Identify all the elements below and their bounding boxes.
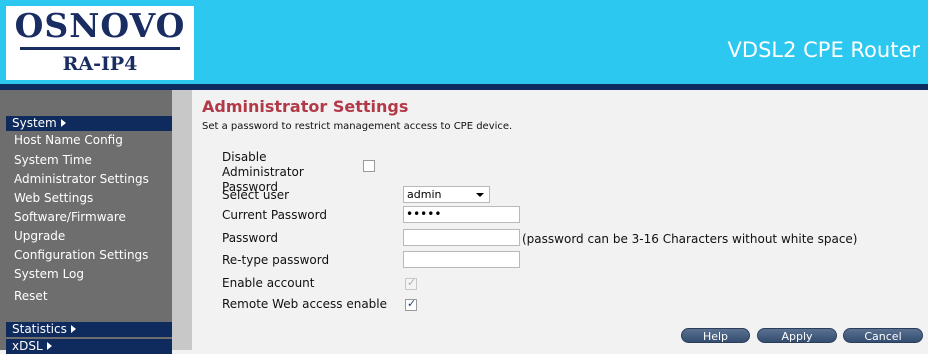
- sidebar-item-system-time[interactable]: System Time: [14, 152, 92, 168]
- caret-down-icon: [476, 193, 484, 197]
- triangle-right-icon: [70, 325, 76, 333]
- logo: OSNOVO RA-IP4: [6, 6, 194, 80]
- sidebar-section-statistics[interactable]: Statistics: [6, 322, 172, 337]
- current-password-label: Current Password: [222, 208, 327, 222]
- product-title: VDSL2 CPE Router: [727, 38, 920, 62]
- help-button[interactable]: Help: [681, 328, 750, 343]
- logo-brand: OSNOVO: [14, 6, 186, 45]
- sidebar-item-host-name-config[interactable]: Host Name Config: [14, 132, 123, 148]
- password-label: Password: [222, 231, 279, 245]
- logo-model: RA-IP4: [62, 53, 138, 75]
- enable-account-label: Enable account: [222, 276, 315, 290]
- remote-web-access-checkbox[interactable]: [405, 297, 417, 311]
- sidebar-section-label: xDSL: [12, 339, 43, 353]
- page-description: Set a password to restrict management ac…: [202, 121, 513, 132]
- sidebar-item-web-settings[interactable]: Web Settings: [14, 190, 93, 206]
- sidebar-item-software-firmware[interactable]: Software/Firmware: [14, 209, 126, 225]
- password-hint: (password can be 3-16 Characters without…: [522, 232, 858, 246]
- disable-admin-password-checkbox[interactable]: [363, 160, 375, 172]
- remote-web-access-label: Remote Web access enable: [222, 297, 388, 311]
- logo-underline: [20, 47, 180, 50]
- select-user-label: Select user: [222, 188, 290, 202]
- sidebar-strip: [172, 90, 192, 350]
- select-user-dropdown[interactable]: admin: [403, 186, 490, 203]
- current-password-field[interactable]: •••••: [403, 206, 520, 223]
- sidebar-item-upgrade[interactable]: Upgrade: [14, 228, 65, 244]
- select-user-value: admin: [407, 188, 442, 201]
- retype-password-field[interactable]: [403, 251, 520, 268]
- sidebar-item-administrator-settings[interactable]: Administrator Settings: [14, 171, 149, 187]
- sidebar-section-xdsl[interactable]: xDSL: [6, 339, 172, 354]
- cancel-button[interactable]: Cancel: [843, 328, 923, 343]
- sidebar-item-reset[interactable]: Reset: [14, 288, 48, 304]
- sidebar-section-system[interactable]: System: [6, 116, 172, 131]
- page-title: Administrator Settings: [202, 97, 409, 116]
- sidebar-item-configuration-settings[interactable]: Configuration Settings: [14, 247, 148, 263]
- sidebar-section-label: Statistics: [12, 322, 67, 336]
- sidebar-item-system-log[interactable]: System Log: [14, 266, 84, 282]
- sidebar-section-label: System: [12, 116, 57, 130]
- enable-account-checkbox: [405, 276, 417, 290]
- apply-button[interactable]: Apply: [757, 328, 837, 343]
- triangle-right-icon: [46, 342, 52, 350]
- triangle-right-icon: [60, 119, 66, 127]
- retype-password-label: Re-type password: [222, 253, 330, 267]
- password-field[interactable]: [403, 229, 520, 246]
